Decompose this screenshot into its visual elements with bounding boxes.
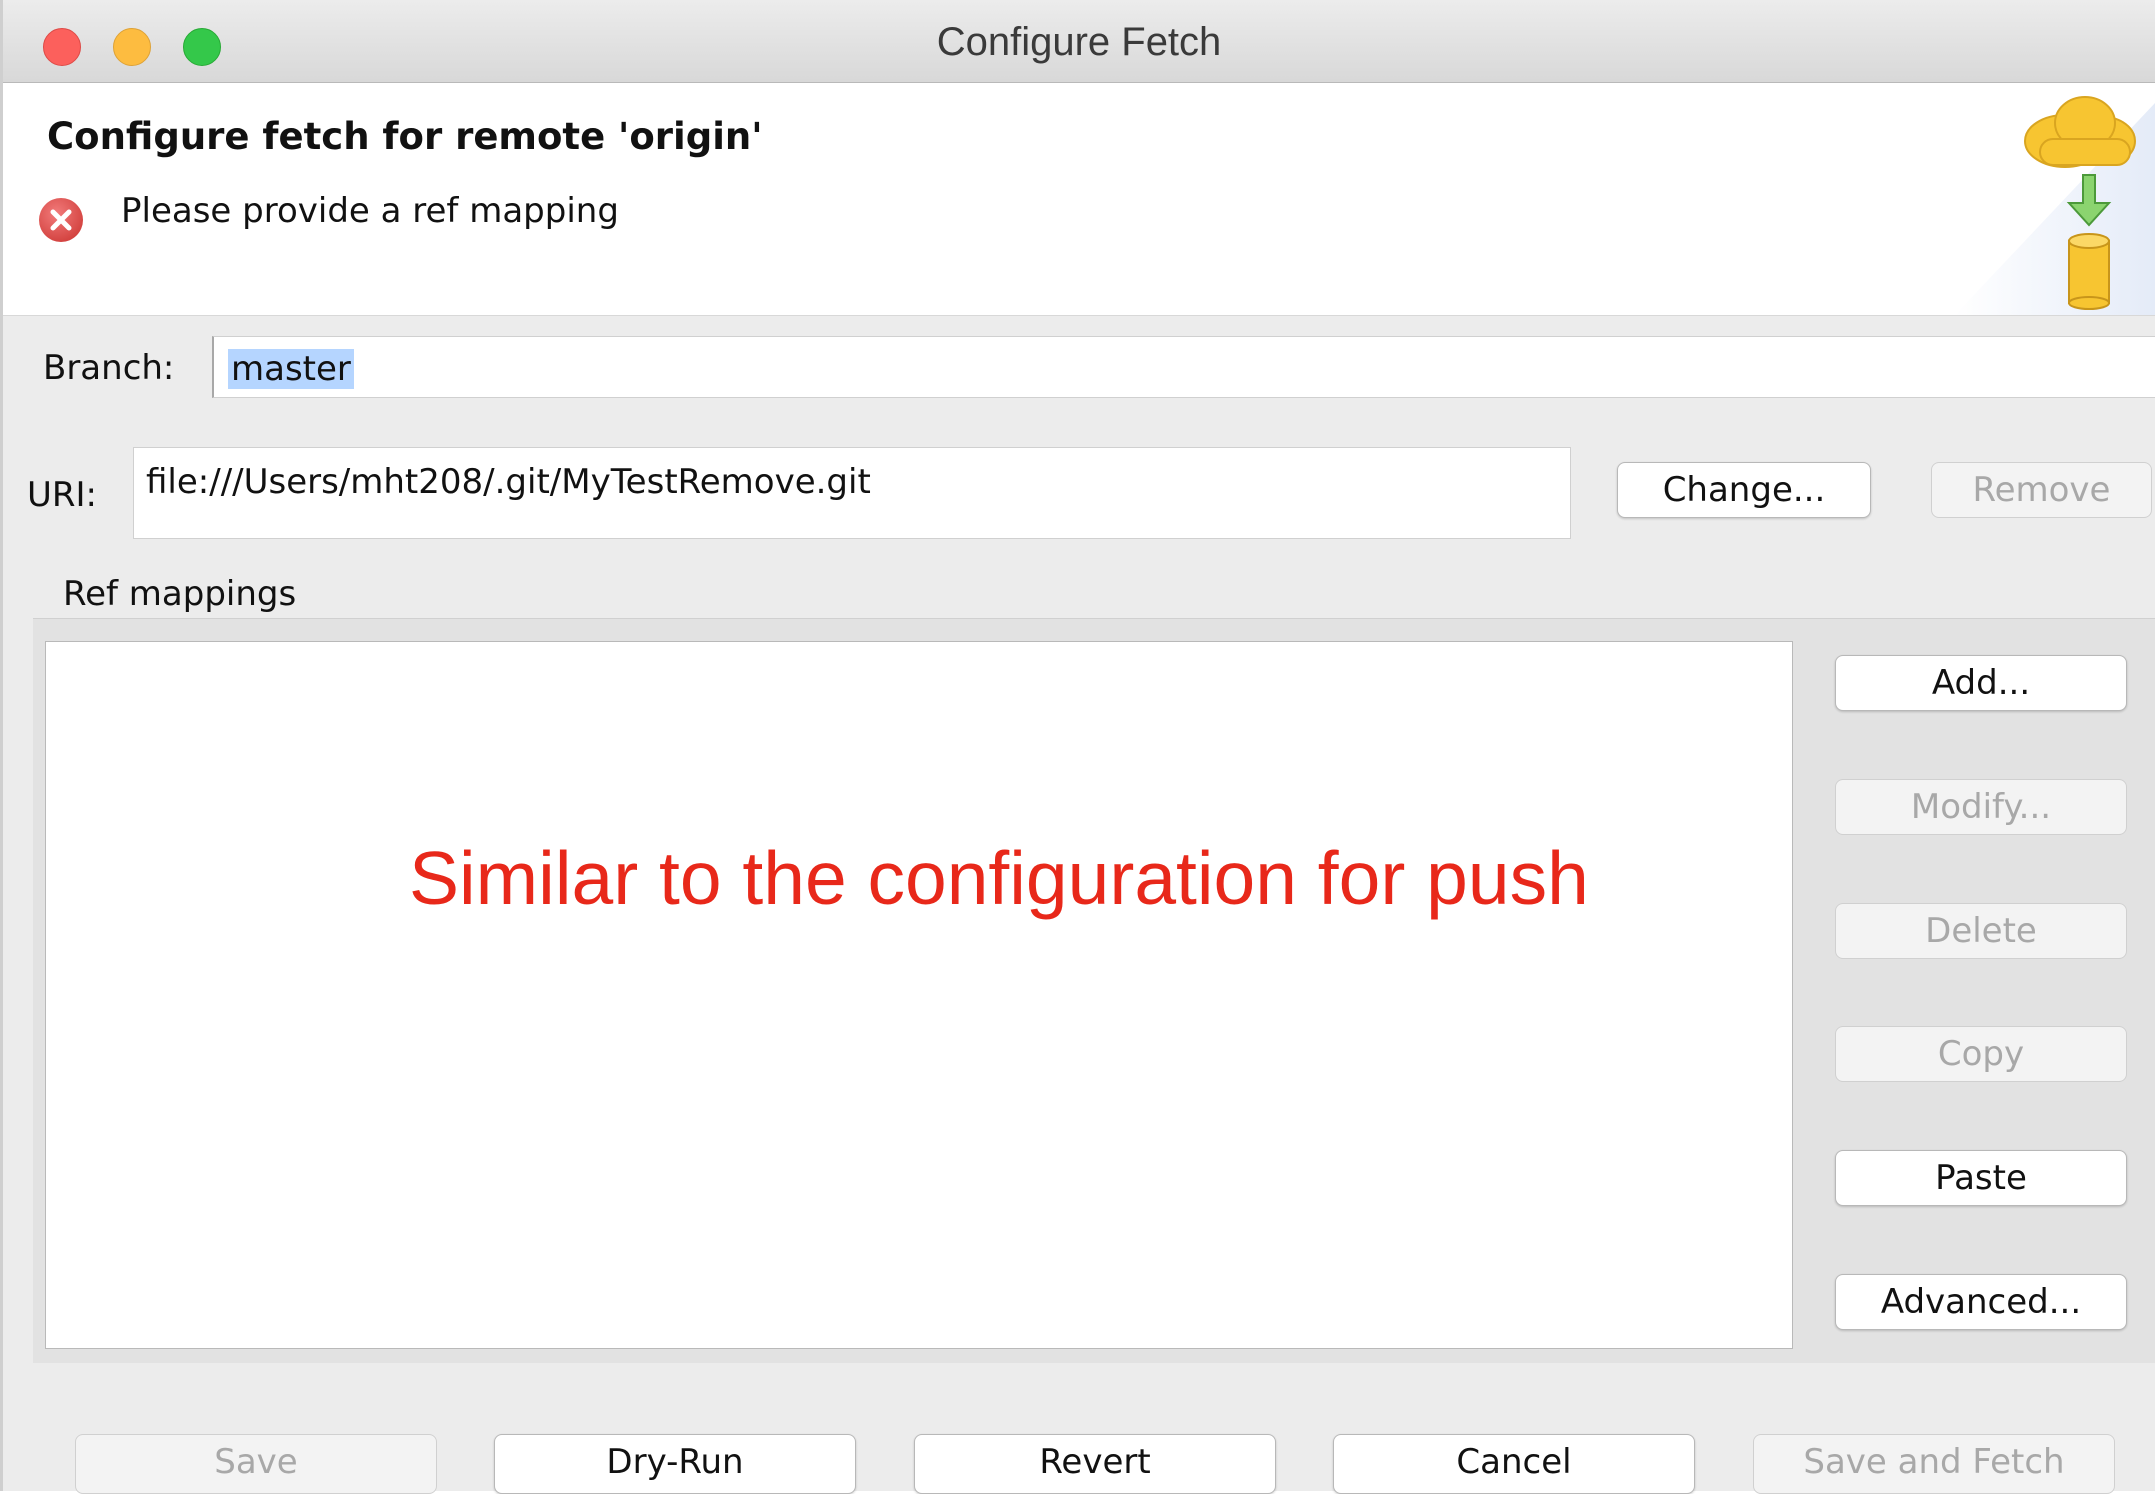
save-and-fetch-button[interactable]: Save and Fetch	[1753, 1434, 2115, 1494]
uri-field-value: file:///Users/mht208/.git/MyTestRemove.g…	[146, 462, 871, 502]
modify-mapping-button[interactable]: Modify...	[1835, 779, 2127, 835]
remove-uri-button[interactable]: Remove	[1931, 462, 2152, 518]
window-title: Configure Fetch	[936, 20, 1222, 64]
branch-label: Branch:	[43, 348, 175, 388]
revert-button[interactable]: Revert	[914, 1434, 1276, 1494]
change-uri-button[interactable]: Change...	[1617, 462, 1871, 518]
delete-mapping-button[interactable]: Delete	[1835, 903, 2127, 959]
branch-field[interactable]: master	[212, 336, 2155, 398]
ref-mappings-label: Ref mappings	[63, 574, 297, 614]
configure-fetch-window: Configure Fetch Configure fetch for remo…	[0, 0, 2155, 1494]
ref-mappings-group	[33, 618, 2155, 1363]
cancel-button[interactable]: Cancel	[1333, 1434, 1695, 1494]
paste-mapping-button[interactable]: Paste	[1835, 1150, 2127, 1206]
ref-mappings-list[interactable]	[45, 641, 1793, 1349]
uri-field: file:///Users/mht208/.git/MyTestRemove.g…	[133, 447, 1571, 539]
error-message: Please provide a ref mapping	[121, 191, 619, 231]
title-bar[interactable]: Configure Fetch	[3, 0, 2155, 83]
add-mapping-button[interactable]: Add...	[1835, 655, 2127, 711]
branch-field-value: master	[228, 349, 354, 389]
dialog-header: Configure fetch for remote 'origin' Plea…	[3, 83, 2155, 316]
annotation-text: Similar to the configuration for push	[409, 836, 1589, 920]
advanced-mapping-button[interactable]: Advanced...	[1835, 1274, 2127, 1330]
save-button[interactable]: Save	[75, 1434, 437, 1494]
cloud-fetch-database-icon	[1895, 83, 2155, 315]
header-title: Configure fetch for remote 'origin'	[47, 115, 763, 158]
error-icon	[39, 198, 83, 242]
dry-run-button[interactable]: Dry-Run	[494, 1434, 856, 1494]
uri-label: URI:	[27, 475, 97, 515]
copy-mapping-button[interactable]: Copy	[1835, 1026, 2127, 1082]
